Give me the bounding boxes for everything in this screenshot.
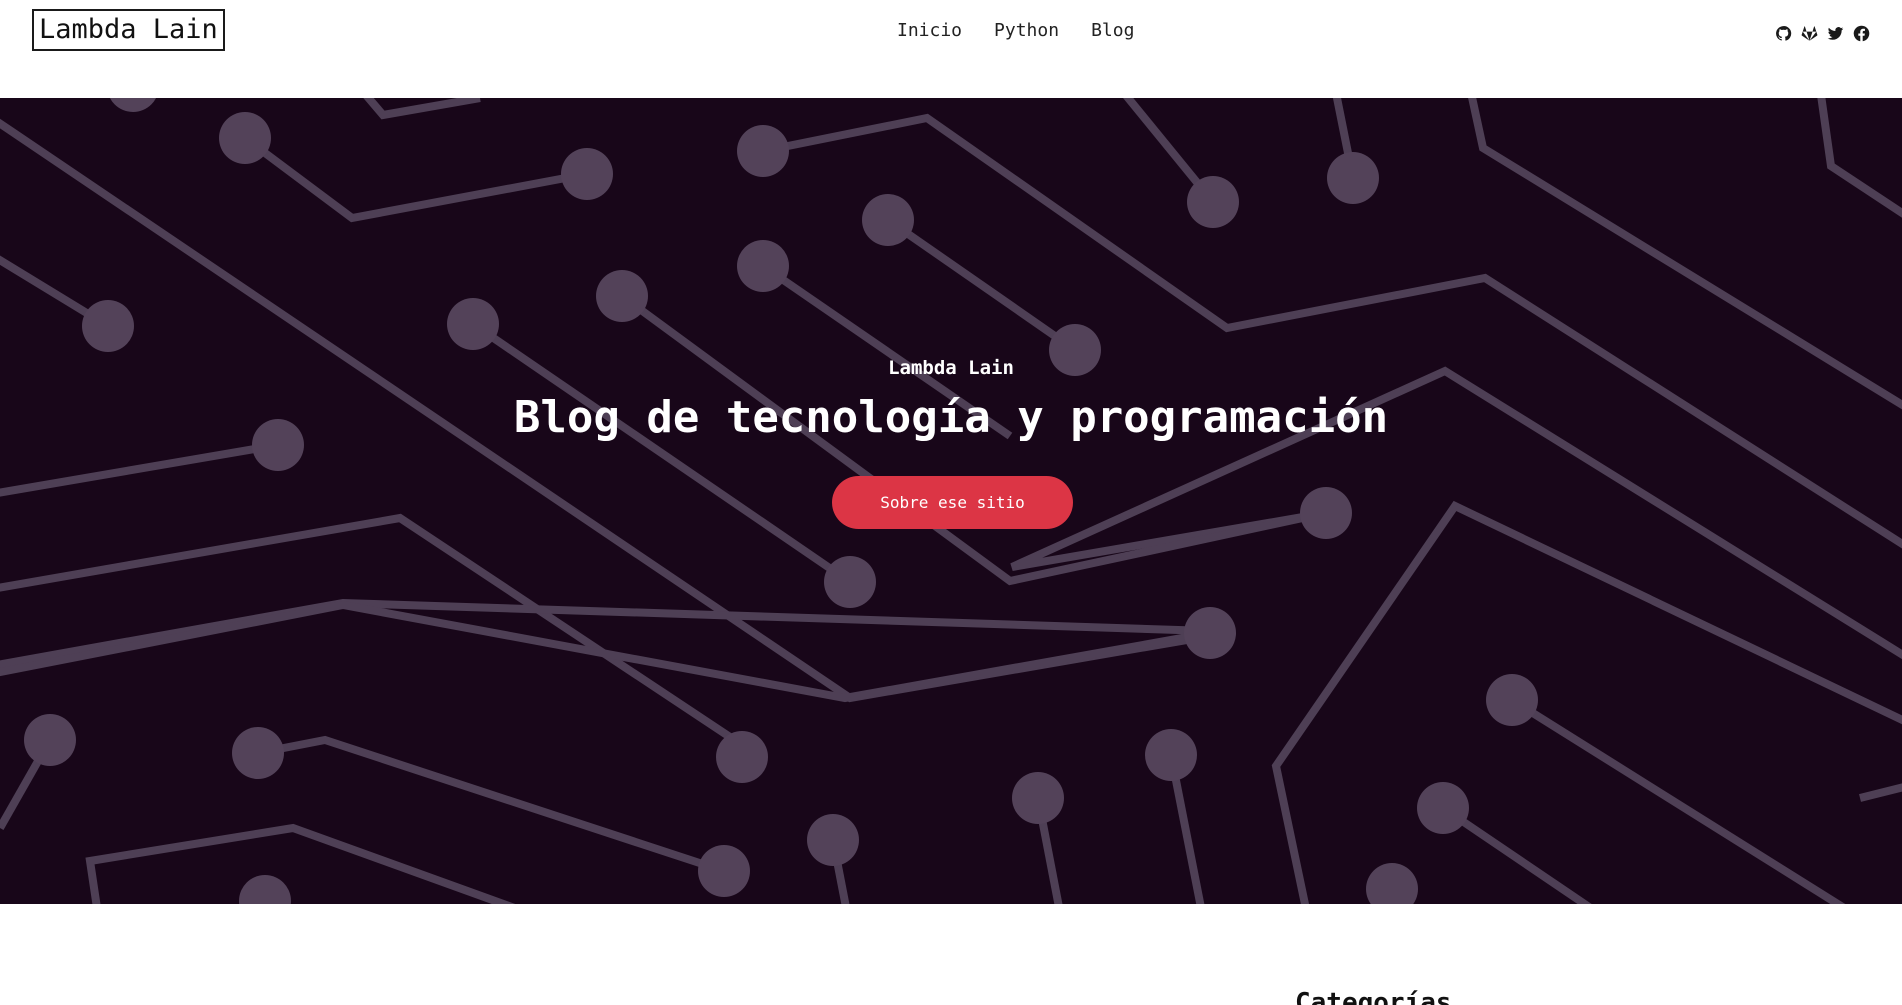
hero-content: Lambda Lain Blog de tecnología y program… — [0, 98, 1902, 904]
gitlab-icon — [1801, 25, 1817, 41]
gitlab-link[interactable] — [1800, 24, 1818, 42]
hero-kicker: Lambda Lain — [888, 357, 1014, 379]
github-link[interactable] — [1774, 24, 1792, 42]
facebook-icon — [1853, 25, 1869, 41]
main-nav: Inicio Python Blog — [897, 18, 1134, 44]
twitter-link[interactable] — [1826, 24, 1844, 42]
social-links — [1774, 24, 1870, 42]
twitter-icon — [1827, 26, 1843, 40]
main-content: Categorías — [0, 904, 1902, 1005]
hero-section: Lambda Lain Blog de tecnología y program… — [0, 98, 1902, 904]
nav-link-blog[interactable]: Blog — [1091, 18, 1134, 44]
about-site-button[interactable]: Sobre ese sitio — [832, 476, 1073, 529]
categories-heading: Categorías — [1295, 988, 1452, 1005]
hero-title: Blog de tecnología y programación — [513, 392, 1389, 443]
site-header: Lambda Lain Inicio Python Blog — [0, 0, 1902, 98]
site-logo[interactable]: Lambda Lain — [32, 9, 225, 51]
nav-link-python[interactable]: Python — [994, 18, 1059, 44]
github-icon — [1775, 25, 1791, 41]
nav-link-inicio[interactable]: Inicio — [897, 18, 962, 44]
facebook-link[interactable] — [1852, 24, 1870, 42]
